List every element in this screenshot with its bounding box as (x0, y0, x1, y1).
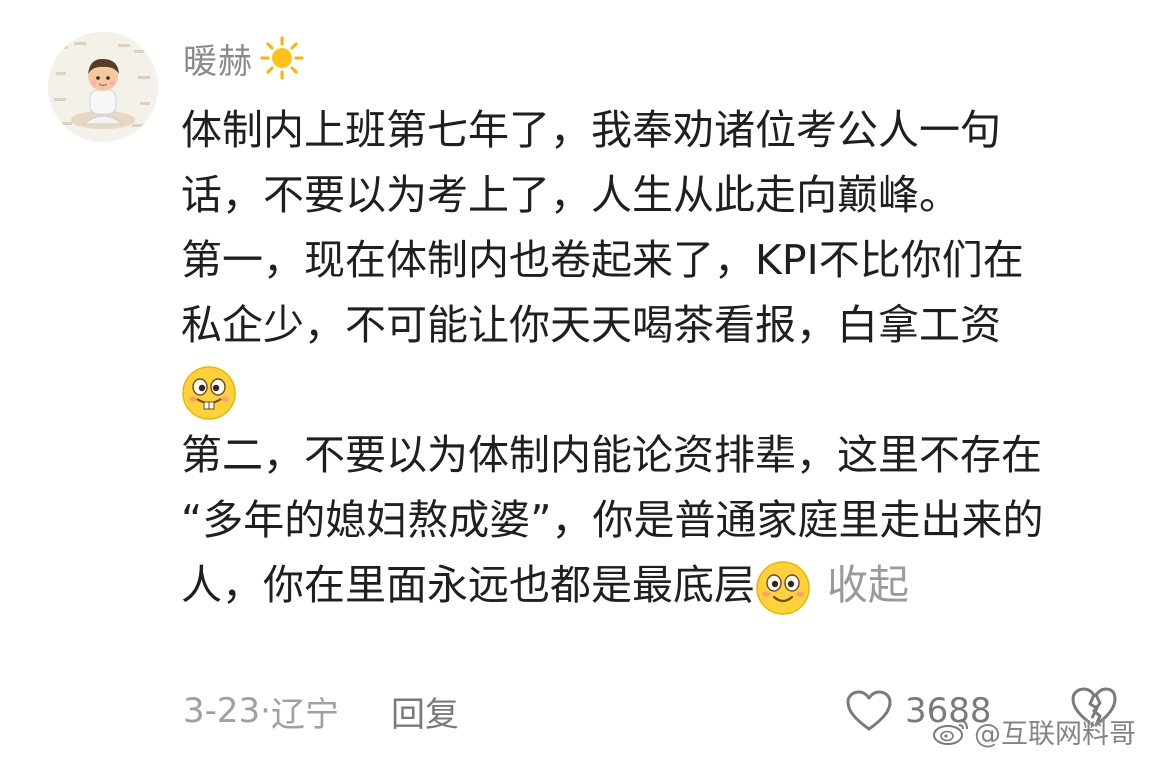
meta-separator: · (260, 691, 271, 731)
sun-icon (260, 36, 304, 80)
comment-line: 第二，不要以为体制内能论资排辈，这里不存在 (181, 431, 1042, 479)
avatar-illustration (48, 32, 158, 142)
comment-date: 3-23 (183, 691, 261, 731)
collapse-link[interactable]: 收起 (827, 561, 909, 609)
comment-meta: 3-23 · 辽宁 回复 (183, 684, 459, 738)
avatar[interactable] (48, 32, 158, 142)
comment-line: 第一，现在体制内也卷起来了，KPI不比你们在 (181, 236, 1024, 284)
username-row: 暖赫 (183, 30, 305, 86)
watermark: @互联网料哥 (932, 714, 1136, 750)
heart-icon (846, 690, 892, 731)
weibo-icon (933, 719, 968, 745)
smiling-face-emoji (756, 561, 810, 615)
comment-last-line: 人，你在里面永远也都是最底层 收起 (181, 553, 1141, 618)
comment-line: 话，不要以为考上了，人生从此走向巅峰。 (181, 171, 960, 219)
emoji-line (181, 358, 1141, 423)
username[interactable]: 暖赫 (183, 34, 253, 83)
comment-line: 人，你在里面永远也都是最底层 (181, 561, 755, 609)
reply-button[interactable]: 回复 (391, 687, 459, 736)
watermark-text: @互联网料哥 (974, 718, 1136, 750)
comment-location: 辽宁 (270, 694, 339, 735)
bucktooth-grin-emoji (182, 366, 236, 420)
comment-card: 暖赫 体制内上班第七年了，我奉劝诸位考公人一句 话，不要以为考上了，人生从此走向… (0, 0, 1170, 757)
comment-line: 私企少，不可能让你天天喝茶看报，白拿工资 (181, 301, 1001, 349)
comment-line: “多年的媳妇熬成婆”，你是普通家庭里走出来的 (181, 496, 1044, 544)
comment-body: 体制内上班第七年了，我奉劝诸位考公人一句 话，不要以为考上了，人生从此走向巅峰。… (181, 98, 1141, 618)
comment-line: 体制内上班第七年了，我奉劝诸位考公人一句 (181, 106, 1001, 154)
